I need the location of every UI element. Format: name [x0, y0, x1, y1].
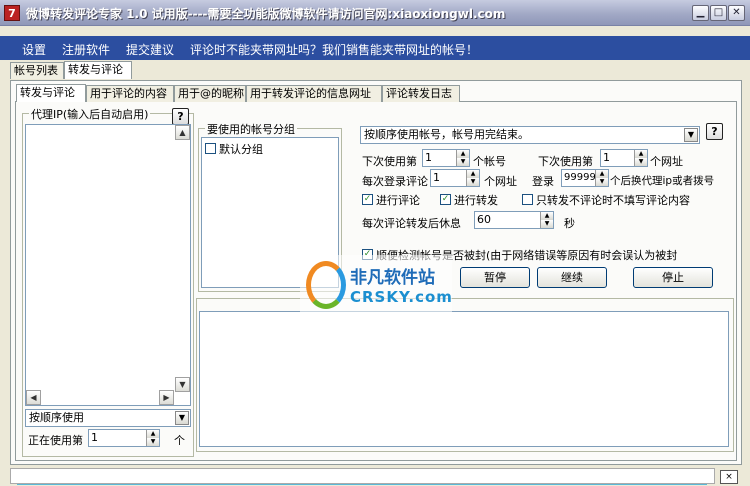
next-account-label: 下次使用第: [362, 155, 417, 168]
spin-down-icon[interactable]: ▼: [595, 178, 608, 186]
per-login-label: 每次登录评论: [362, 175, 428, 188]
next-account-value: 1: [425, 151, 432, 164]
spin-up-icon[interactable]: ▲: [634, 150, 647, 158]
rest-label: 每次评论转发后休息: [362, 217, 461, 230]
rest-unit: 秒: [564, 217, 575, 230]
spin-up-icon[interactable]: ▲: [466, 170, 479, 178]
pause-button[interactable]: 暂停: [460, 267, 530, 288]
proxy-using-label: 正在使用第: [28, 434, 83, 447]
app-icon: 7: [4, 5, 20, 21]
menu-settings[interactable]: 设置: [22, 41, 46, 58]
tab-forward-comment[interactable]: 转发与评论: [64, 61, 132, 79]
mode-value: 按顺序使用帐号，帐号用完结束。: [364, 128, 529, 141]
proxy-list-input[interactable]: ▲ ▼ ◀ ▶: [25, 124, 191, 406]
login-label: 登录: [532, 175, 554, 188]
forward-checkbox[interactable]: ✓: [440, 194, 451, 205]
per-login-value: 1: [433, 171, 440, 184]
close-button[interactable]: ✕: [728, 5, 745, 21]
scroll-up-icon[interactable]: ▲: [175, 125, 190, 140]
minimize-button[interactable]: ▁: [692, 5, 709, 21]
settings-help-button[interactable]: ?: [706, 123, 723, 140]
chevron-down-icon[interactable]: ▼: [175, 411, 189, 425]
proxy-using-unit: 个: [174, 434, 185, 447]
mode-select[interactable]: 按顺序使用帐号，帐号用完结束。 ▼: [360, 126, 700, 144]
login-unit: 个后换代理ip或者拨号: [610, 175, 715, 187]
default-group-checkbox[interactable]: [205, 143, 216, 154]
next-url-stepper[interactable]: 1 ▲ ▼: [600, 149, 648, 167]
spin-up-icon[interactable]: ▲: [456, 150, 469, 158]
tab-at-nicknames[interactable]: 用于@的昵称: [174, 85, 246, 102]
spin-up-icon[interactable]: ▲: [595, 170, 608, 178]
chevron-down-icon[interactable]: ▼: [684, 128, 698, 142]
next-account-stepper[interactable]: 1 ▲ ▼: [422, 149, 470, 167]
spin-up-icon[interactable]: ▲: [146, 430, 159, 438]
proxy-group-label: 代理IP(输入后自动启用): [29, 106, 151, 122]
comment-checkbox-label: 进行评论: [376, 194, 420, 207]
menu-bar: 设置 注册软件 提交建议 评论时不能夹带网址吗？我们销售能夹带网址的帐号！: [0, 36, 750, 60]
tab-log[interactable]: 评论转发日志: [382, 85, 460, 102]
maximize-button[interactable]: □: [710, 5, 727, 21]
scroll-down-icon[interactable]: ▼: [175, 377, 190, 392]
forward-checkbox-label: 进行转发: [454, 194, 498, 207]
log-output[interactable]: [199, 311, 729, 447]
spin-down-icon[interactable]: ▼: [540, 220, 553, 228]
login-stepper[interactable]: 999999 ▲ ▼: [561, 169, 609, 187]
spin-up-icon[interactable]: ▲: [540, 212, 553, 220]
rest-stepper[interactable]: 60 ▲ ▼: [474, 211, 554, 229]
proxy-order-select[interactable]: 按顺序使用 ▼: [25, 409, 191, 427]
tab-account-list[interactable]: 帐号列表: [10, 62, 64, 79]
per-login-stepper[interactable]: 1 ▲ ▼: [430, 169, 480, 187]
watermark-logo: 非凡软件站 CRSKY.com: [300, 255, 452, 315]
per-login-unit: 个网址: [484, 175, 517, 188]
spin-down-icon[interactable]: ▼: [634, 158, 647, 166]
spin-down-icon[interactable]: ▼: [456, 158, 469, 166]
window-title: 微博转发评论专家 1.0 试用版----需要全功能版微博软件请访问官网:xiao…: [26, 7, 506, 21]
next-url-unit: 个网址: [650, 155, 683, 168]
proxy-using-stepper[interactable]: 1 ▲ ▼: [88, 429, 160, 447]
watermark-cn: 非凡软件站: [350, 268, 435, 288]
next-account-unit: 个帐号: [473, 155, 506, 168]
proxy-using-value: 1: [91, 431, 98, 444]
status-close-icon[interactable]: ×: [720, 470, 738, 484]
spin-down-icon[interactable]: ▼: [466, 178, 479, 186]
no-content-checkbox[interactable]: [522, 194, 533, 205]
tab-sub-forward-comment[interactable]: 转发与评论: [16, 84, 86, 102]
tab-comment-content[interactable]: 用于评论的内容: [86, 85, 174, 102]
scroll-right-icon[interactable]: ▶: [159, 390, 174, 405]
menu-notice[interactable]: 评论时不能夹带网址吗？我们销售能夹带网址的帐号！: [190, 41, 478, 58]
menu-feedback[interactable]: 提交建议: [126, 41, 174, 58]
watermark-en: CRSKY.com: [350, 288, 453, 306]
account-group-label: 要使用的帐号分组: [205, 121, 297, 137]
continue-button[interactable]: 继续: [537, 267, 607, 288]
stop-button[interactable]: 停止: [633, 267, 713, 288]
next-url-label: 下次使用第: [538, 155, 593, 168]
tab-info-urls[interactable]: 用于转发评论的信息网址: [246, 85, 382, 102]
status-progress: [17, 484, 707, 485]
rest-value: 60: [477, 213, 491, 226]
proxy-help-button[interactable]: ?: [172, 108, 189, 125]
next-url-value: 1: [603, 151, 610, 164]
no-content-checkbox-label: 只转发不评论时不填写评论内容: [536, 194, 690, 207]
comment-checkbox[interactable]: ✓: [362, 194, 373, 205]
title-bar[interactable]: 7 微博转发评论专家 1.0 试用版----需要全功能版微博软件请访问官网:xi…: [0, 0, 750, 26]
app-window: 7 微博转发评论专家 1.0 试用版----需要全功能版微博软件请访问官网:xi…: [0, 0, 750, 486]
spin-down-icon[interactable]: ▼: [146, 438, 159, 446]
default-group-label: 默认分组: [219, 143, 263, 156]
watermark-mark-icon: [306, 261, 346, 309]
status-bar: [10, 468, 715, 485]
menu-register[interactable]: 注册软件: [62, 41, 110, 58]
scroll-left-icon[interactable]: ◀: [26, 390, 41, 405]
proxy-order-value: 按顺序使用: [29, 411, 84, 424]
